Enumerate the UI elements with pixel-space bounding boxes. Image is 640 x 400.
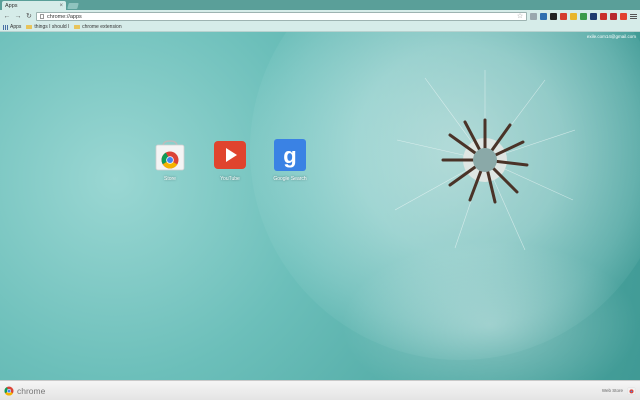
app-youtube[interactable]: YouTube [210,138,250,182]
bookmark-folder-chrome-extension[interactable]: chrome extension [74,24,122,30]
user-email[interactable]: exile.com14@gmail.com [587,34,636,39]
bottom-bar: chrome Web Store [0,380,640,400]
app-google-search-label: Google Search [273,176,307,182]
reload-icon[interactable]: ↻ [25,12,33,21]
dandelion-glow-lower [340,240,640,400]
extension-icon-4[interactable] [560,13,568,20]
folder-icon [74,25,81,29]
youtube-icon [214,141,246,169]
app-google-search[interactable]: g Google Search [270,138,310,182]
web-store-label[interactable]: Web Store [602,388,623,393]
app-store-label: Store [164,176,176,182]
extension-icon-9[interactable] [610,13,617,20]
chrome-web-store-icon [155,140,185,171]
extension-icon-3[interactable] [550,13,558,20]
toolbar: ← → ↻ chrome://apps ☆ [0,10,640,23]
extension-icon-6[interactable] [580,13,588,20]
menu-icon[interactable] [629,14,637,19]
google-search-icon: g [274,139,306,171]
tab-strip: Apps × [0,0,640,10]
dandelion-seedhead [395,70,575,250]
bookmarks-bar: Apps things I should l chrome extension [0,23,640,32]
arrow-right-icon[interactable]: → [14,12,22,21]
extension-icon-1[interactable] [530,13,538,20]
app-store[interactable]: Store [150,138,190,182]
extension-icon-5[interactable] [570,13,578,20]
extension-icon-10[interactable] [619,13,627,20]
app-youtube-label: YouTube [220,176,240,182]
web-store-icon[interactable] [627,386,636,395]
bookmark-folder-things[interactable]: things I should l [26,24,69,30]
extension-icon-7[interactable] [590,13,598,20]
extension-icon-2[interactable] [540,13,548,20]
tab-title: Apps [5,2,18,9]
address-bar[interactable]: chrome://apps ☆ [35,12,528,21]
wallpaper [0,0,640,400]
apps-icon [3,24,8,30]
bookmark-apps[interactable]: Apps [3,24,21,30]
star-icon[interactable]: ☆ [517,13,523,20]
close-icon[interactable]: × [59,3,63,9]
arrow-left-icon[interactable]: ← [3,12,11,21]
tab-apps[interactable]: Apps × [2,1,66,10]
chrome-brand-text: chrome [17,385,46,396]
chrome-logo-icon [4,386,14,396]
new-tab-button[interactable] [67,3,79,9]
url-text[interactable]: chrome://apps [47,14,514,20]
svg-text:g: g [283,143,296,168]
extension-icon-8[interactable] [600,13,607,20]
folder-icon [26,25,33,29]
page-icon [39,14,44,19]
